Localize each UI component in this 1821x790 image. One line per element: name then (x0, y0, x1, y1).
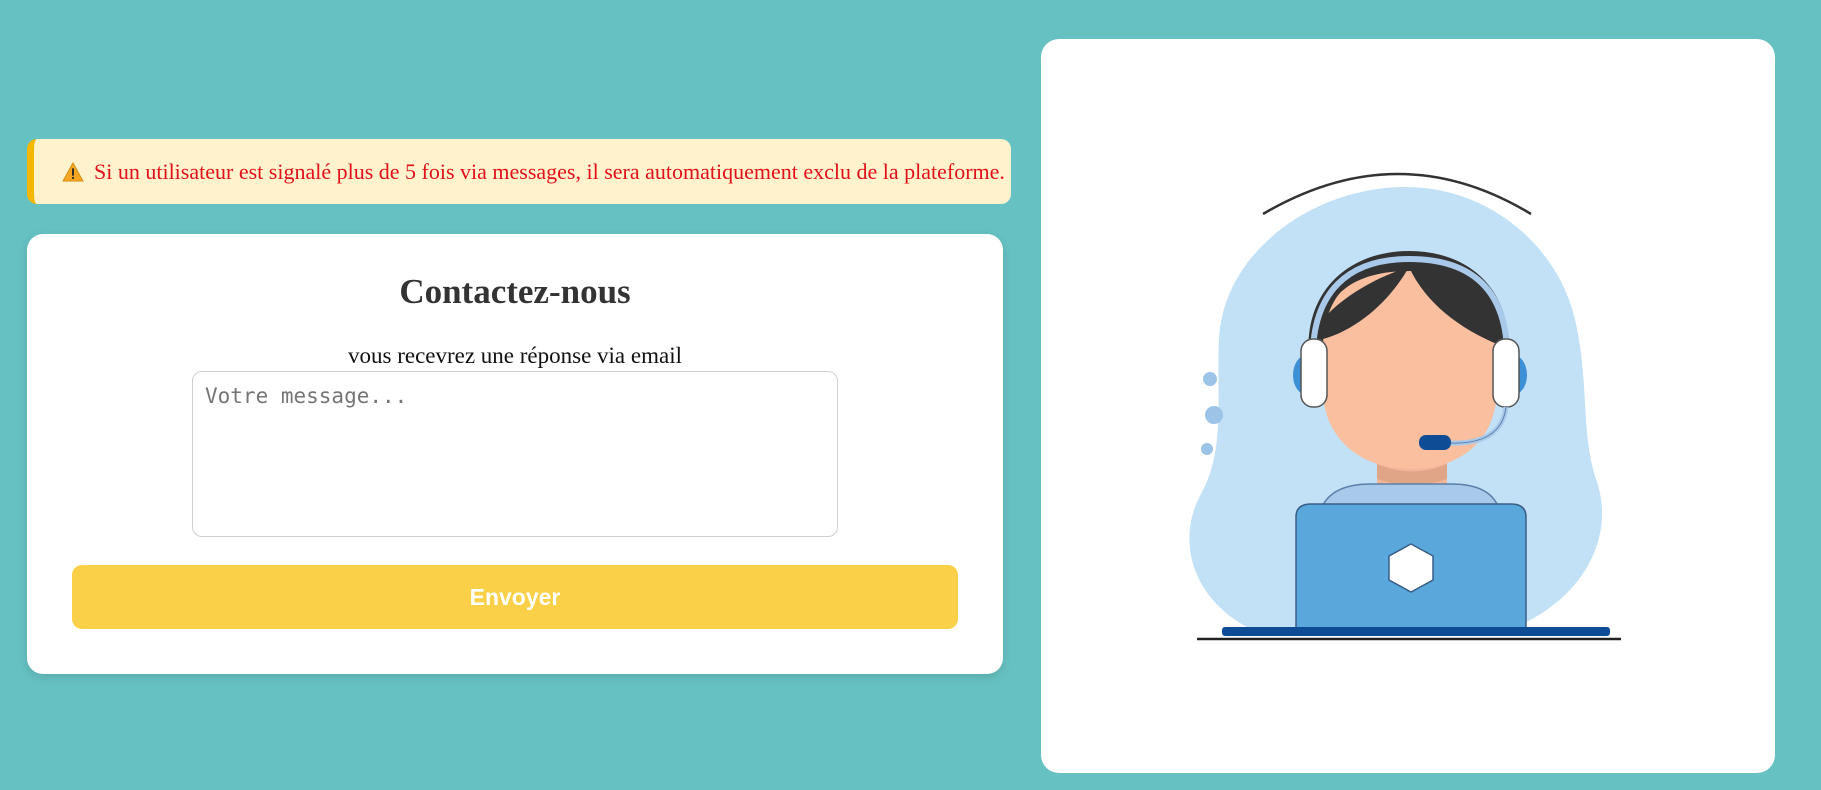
dot-icon (1201, 443, 1213, 455)
alert-message: Si un utilisateur est signalé plus de 5 … (94, 158, 1005, 184)
form-subtitle: vous recevrez une réponse via email (348, 343, 682, 368)
message-input[interactable] (192, 371, 838, 537)
page-title: Contactez-nous (399, 272, 631, 311)
warning-alert: Si un utilisateur est signalé plus de 5 … (27, 139, 1011, 204)
customer-support-agent-illustration (1189, 172, 1621, 641)
dot-icon (1203, 372, 1217, 386)
desk-top (1222, 627, 1610, 636)
warning-icon (62, 161, 84, 182)
illustration-card (1041, 39, 1775, 773)
send-button[interactable]: Envoyer (72, 565, 958, 629)
dot-icon (1205, 406, 1223, 424)
